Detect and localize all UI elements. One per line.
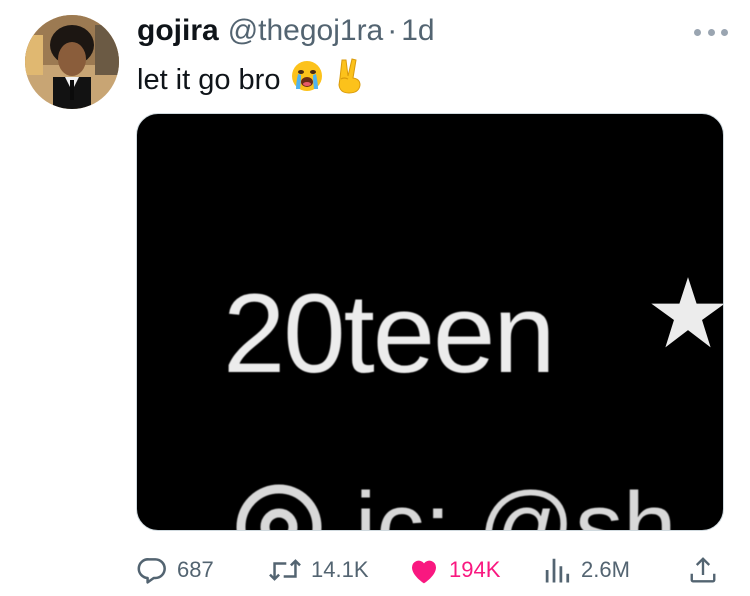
separator-dot: · [387, 14, 398, 47]
more-options-button[interactable] [694, 22, 728, 42]
reply-icon [137, 558, 166, 584]
tweet-body: let it go bro [137, 58, 364, 102]
media-bottom-text: ic: @sh [355, 473, 677, 531]
share-icon [690, 557, 716, 583]
display-name[interactable]: gojira [137, 14, 219, 48]
more-dot [707, 28, 715, 36]
analytics-icon [545, 558, 570, 583]
tweet-media-image[interactable]: ‾‾ ‾‾‾‾‾‾ 20teen ic: @sh [136, 113, 724, 531]
heart-icon [412, 560, 436, 584]
instagram-icon [236, 484, 322, 530]
victory-hand-emoji [334, 58, 364, 102]
timestamp[interactable]: 1d [401, 14, 434, 48]
loudly-crying-face-emoji [290, 59, 324, 101]
like-button[interactable]: 194K [408, 550, 500, 590]
share-button[interactable] [688, 550, 718, 590]
retweet-icon [269, 559, 301, 581]
avatar[interactable] [25, 15, 119, 109]
media-main-text: 20teen [223, 271, 556, 396]
reply-button[interactable]: 687 [136, 550, 214, 590]
reply-count: 687 [177, 557, 214, 582]
view-count: 2.6M [581, 557, 630, 582]
star-icon [651, 277, 723, 348]
media-top-cropped-text: ‾‾ ‾‾‾‾‾‾ [217, 114, 499, 162]
action-bar: 687 14.1K 194K 2.6M [136, 550, 726, 590]
media-bottom-row: ic: @sh [233, 472, 677, 531]
user-handle[interactable]: @thegoj1ra [228, 14, 384, 48]
more-dot [721, 28, 728, 36]
retweet-count: 14.1K [311, 557, 369, 582]
retweet-button[interactable]: 14.1K [268, 550, 369, 590]
more-dot [694, 28, 701, 36]
views-button[interactable]: 2.6M [542, 550, 630, 590]
like-count: 194K [449, 557, 501, 582]
tweet-text: let it go bro [137, 63, 281, 96]
tweet-header: gojira @thegoj1ra · 1d [137, 14, 435, 48]
